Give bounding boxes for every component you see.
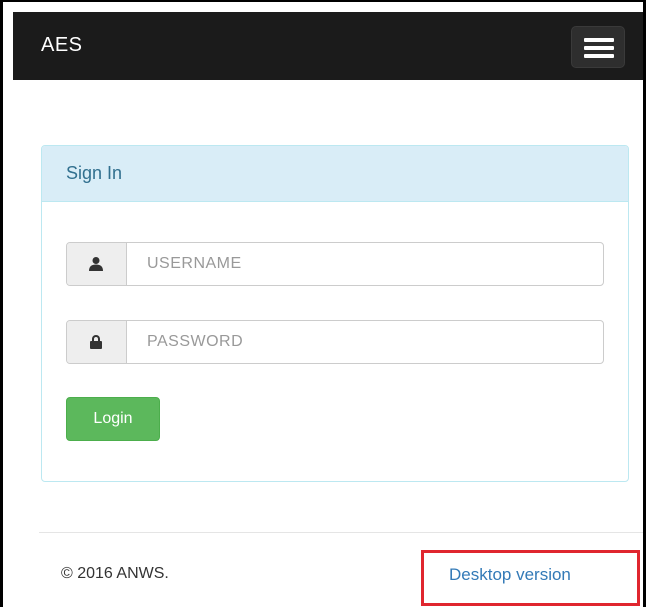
footer-divider <box>39 532 643 533</box>
password-input[interactable] <box>127 321 603 363</box>
signin-panel: Sign In Login <box>41 145 629 482</box>
signin-panel-heading: Sign In <box>42 146 628 202</box>
navbar: AES <box>13 12 643 80</box>
signin-title: Sign In <box>66 163 123 183</box>
footer-copyright: © 2016 ANWS. <box>61 565 169 582</box>
hamburger-menu-icon-bar <box>584 46 614 50</box>
lock-icon <box>90 335 102 349</box>
username-input[interactable] <box>127 243 603 285</box>
app-frame: AES Sign In USERNAME Login © 2016 ANWS. … <box>0 0 646 607</box>
password-input-group <box>66 320 604 364</box>
login-button[interactable]: Login <box>66 397 160 441</box>
password-addon <box>67 321 127 363</box>
user-icon <box>89 257 103 271</box>
username-addon <box>67 243 127 285</box>
hamburger-menu-icon <box>584 38 614 42</box>
brand-title[interactable]: AES <box>41 34 83 57</box>
hamburger-menu-icon-bar <box>584 54 614 58</box>
menu-toggle-button[interactable] <box>571 26 625 68</box>
desktop-version-link[interactable]: Desktop version <box>449 565 571 585</box>
username-input-group <box>66 242 604 286</box>
